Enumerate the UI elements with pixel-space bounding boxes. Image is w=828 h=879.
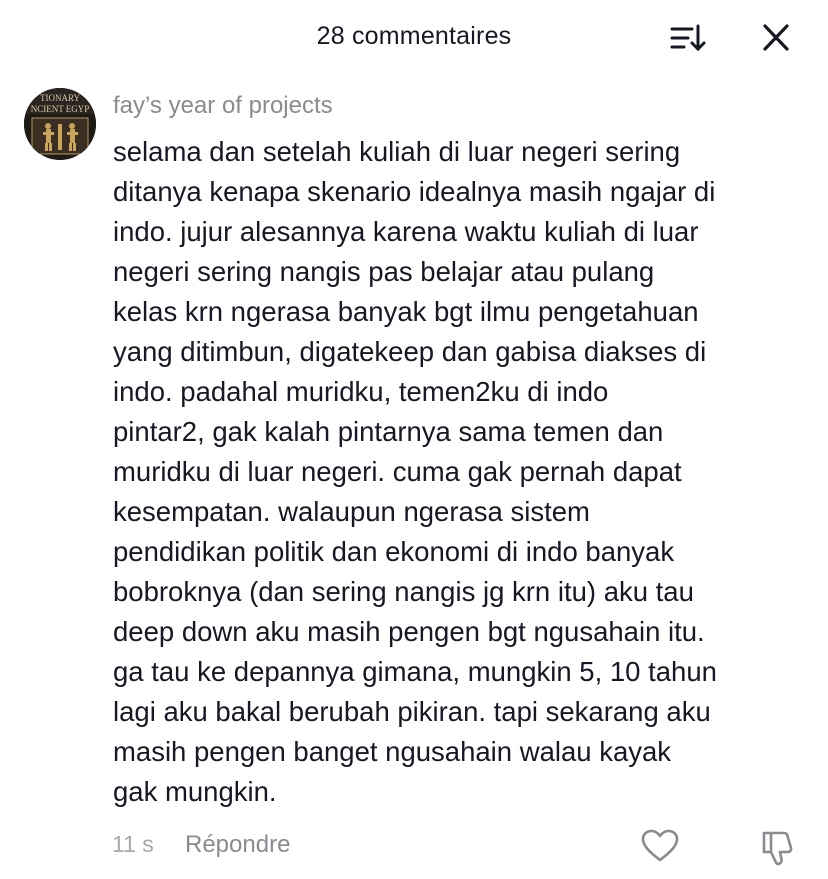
close-icon: [763, 24, 789, 51]
avatar[interactable]: TIONARY NCIENT EGYP: [24, 88, 96, 160]
comment-actions: 11 s Répondre: [0, 826, 828, 866]
comment-timestamp: 11 s: [112, 831, 154, 857]
comment-text-line: yang ditimbun, digatekeep dan gabisa dia…: [113, 336, 707, 367]
comment-text-line: indo. padahal muridku, temen2ku di indo: [113, 376, 609, 407]
comments-header: 28 commentaires: [0, 0, 828, 76]
comment-text: selama dan setelah kuliah di luar negeri…: [113, 132, 813, 812]
comment-text-line: kesempatan. walaupun ngerasa sistem: [113, 496, 590, 527]
comment-username[interactable]: fay’s year of projects: [113, 92, 333, 120]
comment-text-line: ga tau ke depannya gimana, mungkin 5, 10…: [113, 656, 717, 687]
reply-button[interactable]: Répondre: [185, 831, 290, 859]
comment-text-line: indo. jujur alesannya karena waktu kulia…: [113, 216, 699, 247]
avatar-text-2: NCIENT EGYP: [31, 104, 90, 114]
comment-text-line: masih pengen banget ngusahain walau kaya…: [113, 736, 672, 767]
comment-text-line: deep down aku masih pengen bgt ngusahain…: [113, 616, 705, 647]
thumbs-down-icon: [762, 831, 793, 866]
comment-text-line: lagi aku bakal berubah pikiran. tapi sek…: [113, 696, 711, 727]
avatar-text-1: TIONARY: [40, 93, 80, 103]
heart-icon: [641, 829, 679, 862]
comment-text-line: bobroknya (dan sering nangis jg krn itu)…: [113, 576, 694, 607]
dislike-button[interactable]: [758, 828, 798, 868]
comment-text-line: muridku di luar negeri. cuma gak pernah …: [113, 456, 682, 487]
sort-icon: [670, 24, 706, 52]
comment-text-line: pintar2, gak kalah pintarnya sama temen …: [113, 416, 664, 447]
comment-text-line: negeri sering nangis pas belajar atau pu…: [113, 256, 655, 287]
like-button[interactable]: [640, 828, 680, 864]
sort-button[interactable]: [666, 20, 708, 56]
comment-text-line: ditanya kenapa skenario idealnya masih n…: [113, 176, 716, 207]
avatar-ancient-egypt-book-icon: TIONARY NCIENT EGYP: [24, 88, 96, 160]
comment-text-line: selama dan setelah kuliah di luar negeri…: [113, 136, 681, 167]
close-button[interactable]: [756, 20, 796, 56]
comment-text-line: kelas krn ngerasa banyak bgt ilmu penget…: [113, 296, 699, 327]
comment-text-line: pendidikan politik dan ekonomi di indo b…: [113, 536, 675, 567]
comment-text-line: gak mungkin.: [113, 776, 277, 807]
